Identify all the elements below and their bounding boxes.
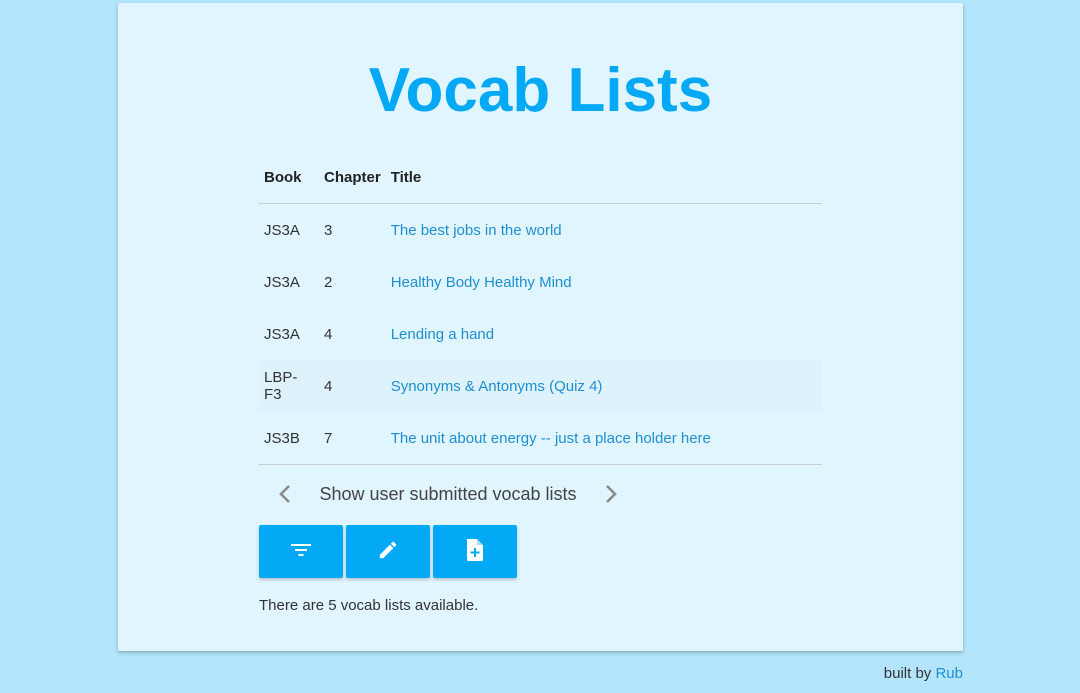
page-title: Vocab Lists (368, 56, 713, 125)
vocab-list-link[interactable]: Lending a hand (391, 326, 494, 343)
add-list-button[interactable] (433, 525, 517, 578)
vocab-table: Book Chapter Title JS3A 3 The best jobs … (259, 151, 822, 465)
cell-title: The unit about energy -- just a place ho… (385, 412, 822, 465)
pager-label: Show user submitted vocab lists (319, 483, 577, 504)
cell-book: JS3A (264, 273, 300, 291)
author-link[interactable]: Rub (935, 665, 963, 682)
cell-book: JS3A (264, 221, 300, 239)
vocab-list-link[interactable]: Healthy Body Healthy Mind (391, 274, 572, 291)
edit-button[interactable] (346, 525, 430, 578)
filter-icon (290, 542, 312, 561)
table-header-row: Book Chapter Title (259, 151, 822, 204)
cell-chapter: 4 (324, 377, 333, 395)
cell-book: JS3A (264, 325, 300, 343)
vocab-list-link[interactable]: Synonyms & Antonyms (Quiz 4) (391, 378, 603, 395)
footer: built by Rub (884, 665, 963, 682)
table-row: LBP-F3 4 Synonyms & Antonyms (Quiz 4) (259, 360, 822, 412)
table-row: JS3A 4 Lending a hand (259, 308, 822, 360)
cell-title: Healthy Body Healthy Mind (386, 256, 822, 308)
list-source-pager: Show user submitted vocab lists (259, 474, 639, 514)
column-header-chapter: Chapter (319, 151, 386, 204)
cell-title: Lending a hand (386, 308, 822, 360)
column-header-book: Book (259, 151, 319, 204)
table-row: JS3A 2 Healthy Body Healthy Mind (259, 256, 822, 308)
table-row: JS3A 3 The best jobs in the world (259, 204, 822, 257)
add-document-icon (465, 538, 485, 565)
cell-title: The best jobs in the world (386, 204, 822, 257)
chevron-left-icon[interactable] (259, 474, 311, 514)
cell-chapter: 4 (324, 325, 333, 343)
chevron-right-icon[interactable] (585, 474, 637, 514)
cell-chapter: 2 (324, 273, 333, 291)
footer-prefix: built by (883, 665, 932, 682)
cell-title: Synonyms & Antonyms (Quiz 4) (386, 360, 822, 412)
cell-chapter: 7 (319, 412, 386, 465)
table-row: JS3B 7 The unit about energy -- just a p… (259, 412, 822, 465)
cell-book: JS3B (259, 412, 319, 465)
filter-button[interactable] (259, 525, 343, 578)
cell-book: LBP-F3 (264, 369, 298, 403)
action-toolbar (259, 525, 517, 578)
main-card: Vocab Lists Book Chapter Title JS3A 3 Th… (118, 3, 963, 651)
column-header-title: Title (385, 151, 822, 204)
cell-chapter: 3 (324, 221, 333, 239)
vocab-list-link[interactable]: The unit about energy -- just a place ho… (391, 430, 711, 447)
list-count-status: There are 5 vocab lists available. (259, 597, 479, 614)
vocab-list-link[interactable]: The best jobs in the world (391, 222, 562, 239)
pencil-icon (377, 539, 399, 564)
